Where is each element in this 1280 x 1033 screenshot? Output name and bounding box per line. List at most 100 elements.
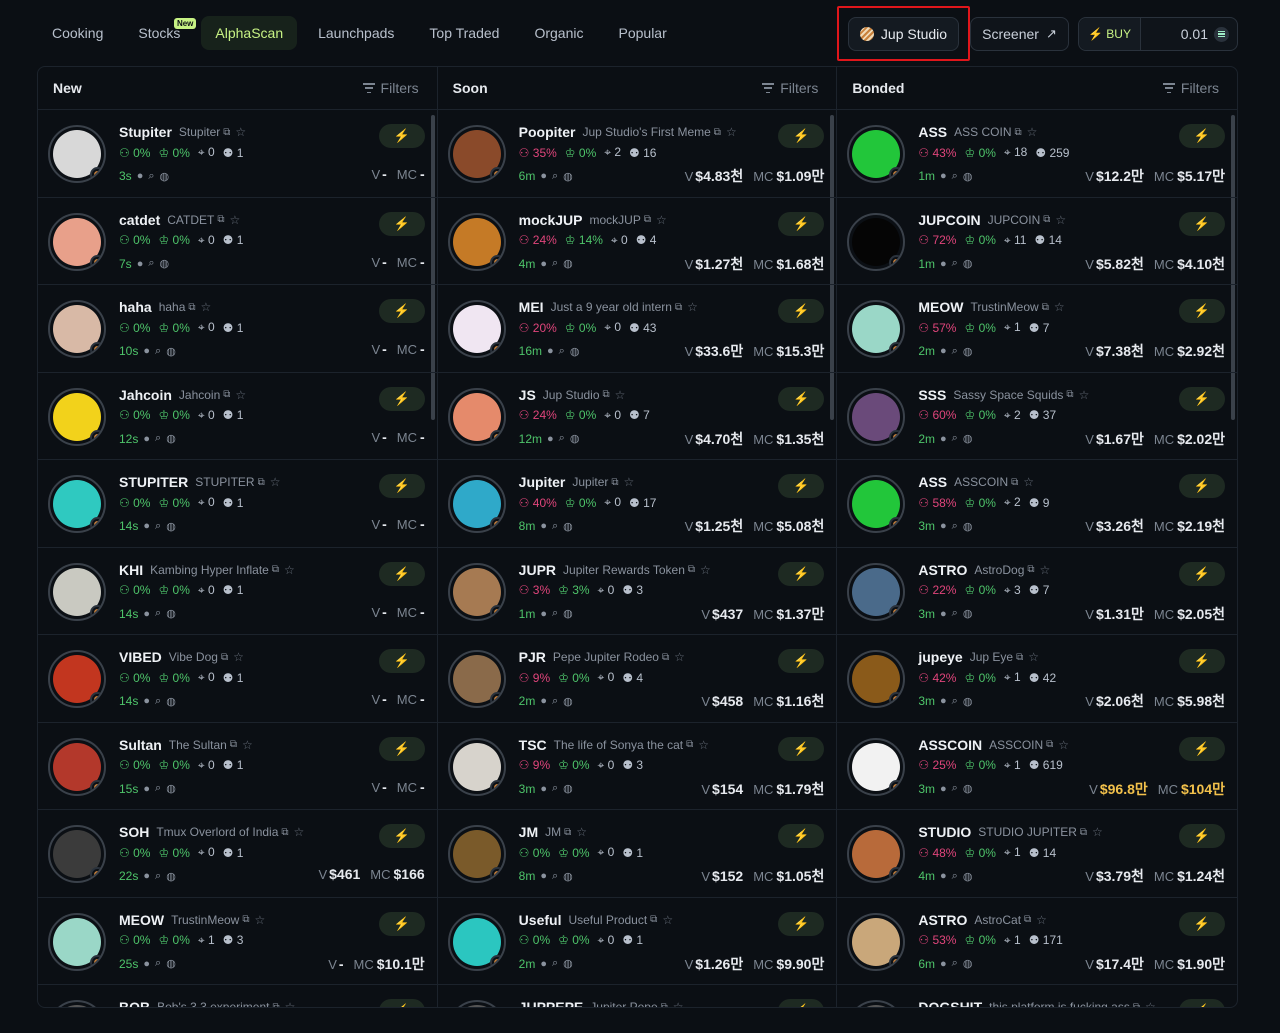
copy-icon[interactable]: ⧉ (564, 827, 571, 838)
website-icon[interactable]: ◍ (563, 170, 573, 183)
search-icon[interactable]: ⌕ (552, 695, 558, 708)
website-icon[interactable]: ◍ (166, 782, 176, 795)
quick-buy-button[interactable]: ⚡ (1179, 911, 1226, 936)
website-icon[interactable]: ◍ (563, 870, 573, 883)
tab-cooking[interactable]: Cooking (38, 16, 117, 50)
token-row[interactable]: DOGSHIT this platform is fucking ass⧉ ☆ ⚡ (837, 985, 1237, 1008)
copy-icon[interactable]: ⧉ (688, 564, 695, 575)
search-icon[interactable]: ⌕ (952, 870, 958, 883)
website-icon[interactable]: ◍ (166, 520, 176, 533)
buy-amount-input[interactable]: 0.01 (1141, 26, 1214, 42)
search-icon[interactable]: ⌕ (148, 257, 154, 270)
quick-buy-button[interactable]: ⚡ (778, 474, 825, 498)
website-icon[interactable]: ◍ (963, 782, 973, 795)
token-row[interactable]: JUPCOIN JUPCOIN ⧉ ☆ ⚇ 72% ♔ 0% ⌖ 11 ⚉ 14 1m ● ⌕ ◍ V $… (837, 198, 1237, 285)
star-icon[interactable]: ☆ (233, 650, 244, 664)
search-icon[interactable]: ⌕ (952, 782, 958, 795)
copy-icon[interactable]: ⧉ (1046, 739, 1053, 750)
copy-icon[interactable]: ⧉ (272, 1002, 279, 1008)
quick-buy-button[interactable]: ⚡ (778, 999, 825, 1007)
star-icon[interactable]: ☆ (1028, 650, 1039, 664)
quick-buy-button[interactable]: ⚡ (1179, 824, 1226, 848)
token-avatar[interactable] (447, 912, 506, 971)
token-row[interactable]: ASS ASS COIN ⧉ ☆ ⚇ 43% ♔ 0% ⌖ 18 ⚉ 259 1m ● ⌕ ◍ V $12… (837, 110, 1237, 198)
quick-buy-button[interactable]: ⚡ (778, 824, 825, 848)
search-icon[interactable]: ⌕ (552, 607, 558, 620)
copy-icon[interactable]: ⧉ (188, 302, 195, 313)
quick-buy-button[interactable]: ⚡ (1179, 561, 1226, 586)
token-avatar[interactable] (447, 300, 506, 358)
copy-icon[interactable]: ⧉ (223, 389, 230, 400)
search-icon[interactable]: ⌕ (552, 957, 558, 970)
star-icon[interactable]: ☆ (624, 475, 635, 489)
star-icon[interactable]: ☆ (284, 563, 295, 577)
quick-buy-button[interactable]: ⚡ (778, 211, 825, 236)
quick-buy-button[interactable]: ⚡ (1179, 474, 1226, 498)
website-icon[interactable]: ◍ (160, 257, 170, 270)
star-icon[interactable]: ☆ (656, 213, 667, 227)
tab-launchpads[interactable]: Launchpads (304, 16, 408, 50)
copy-icon[interactable]: ⧉ (1133, 1002, 1140, 1008)
star-icon[interactable]: ☆ (726, 125, 737, 139)
search-icon[interactable]: ⌕ (155, 607, 161, 620)
search-icon[interactable]: ⌕ (952, 170, 958, 183)
search-icon[interactable]: ⌕ (952, 957, 958, 970)
token-avatar[interactable] (847, 475, 906, 533)
star-icon[interactable]: ☆ (662, 913, 673, 927)
website-icon[interactable]: ◍ (963, 520, 973, 533)
website-icon[interactable]: ◍ (963, 170, 973, 183)
copy-icon[interactable]: ⧉ (221, 652, 228, 663)
copy-icon[interactable]: ⧉ (644, 214, 651, 225)
quick-buy-button[interactable]: ⚡ (378, 386, 425, 411)
token-avatar[interactable] (447, 212, 506, 271)
quick-buy-button[interactable]: ⚡ (378, 299, 425, 323)
copy-icon[interactable]: ⧉ (242, 914, 249, 925)
token-row[interactable]: ASS ASSCOIN ⧉ ☆ ⚇ 58% ♔ 0% ⌖ 2 ⚉ 9 3m ● ⌕ ◍ V $3.26천 M… (837, 460, 1237, 548)
quick-buy-button[interactable]: ⚡ (1179, 386, 1226, 411)
website-icon[interactable]: ◍ (563, 782, 573, 795)
star-icon[interactable]: ☆ (700, 563, 711, 577)
copy-icon[interactable]: ⧉ (650, 914, 657, 925)
quick-buy-button[interactable]: ⚡ (378, 561, 425, 586)
token-row[interactable]: SSS Sassy Space Squids ⧉ ☆ ⚇ 60% ♔ 0% ⌖ 2 ⚉ 37 2… (837, 373, 1237, 460)
token-avatar[interactable] (48, 825, 106, 883)
token-row[interactable]: PJR Pepe Jupiter Rodeo ⧉ ☆ ⚇ 9% ♔ 0% ⌖ 0 ⚉ 4 2m ●… (437, 635, 837, 723)
website-icon[interactable]: ◍ (160, 170, 170, 183)
quick-buy-button[interactable]: ⚡ (1179, 999, 1226, 1007)
star-icon[interactable]: ☆ (285, 1000, 296, 1007)
star-icon[interactable]: ☆ (242, 738, 253, 752)
website-icon[interactable]: ◍ (166, 345, 176, 358)
token-avatar[interactable] (847, 212, 906, 271)
search-icon[interactable]: ⌕ (559, 345, 565, 358)
search-icon[interactable]: ⌕ (952, 520, 958, 533)
token-row[interactable]: STUDIO STUDIO JUPITER ⧉ ☆ ⚇ 48% ♔ 0% ⌖ 1 ⚉ 14 4m… (837, 810, 1237, 898)
token-avatar[interactable] (847, 737, 906, 796)
website-icon[interactable]: ◍ (963, 695, 973, 708)
star-icon[interactable]: ☆ (1054, 300, 1065, 314)
token-row[interactable]: ASTRO AstroCat ⧉ ☆ ⚇ 53% ♔ 0% ⌖ 1 ⚉ 171 6m ● ⌕ ◍ V $1… (837, 898, 1237, 985)
token-avatar[interactable] (48, 562, 106, 621)
search-icon[interactable]: ⌕ (155, 870, 161, 883)
search-icon[interactable]: ⌕ (952, 257, 958, 270)
search-icon[interactable]: ⌕ (552, 520, 558, 533)
star-icon[interactable]: ☆ (698, 738, 709, 752)
token-row[interactable]: catdet CATDET ⧉ ☆ ⚇ 0% ♔ 0% ⌖ 0 ⚉ 1 7s ● ⌕ ◍ V - MC - ⚡ (38, 198, 437, 285)
copy-icon[interactable]: ⧉ (1043, 214, 1050, 225)
star-icon[interactable]: ☆ (687, 300, 698, 314)
token-avatar[interactable] (48, 387, 106, 446)
copy-icon[interactable]: ⧉ (1080, 827, 1087, 838)
quick-buy-button[interactable]: ⚡ (378, 649, 425, 673)
quick-buy-button[interactable]: ⚡ (778, 386, 825, 411)
website-icon[interactable]: ◍ (166, 607, 176, 620)
quick-buy-button[interactable]: ⚡ (778, 649, 825, 673)
search-icon[interactable]: ⌕ (155, 520, 161, 533)
copy-icon[interactable]: ⧉ (272, 564, 279, 575)
token-avatar[interactable] (48, 212, 106, 271)
token-avatar[interactable] (847, 825, 906, 883)
copy-icon[interactable]: ⧉ (217, 214, 224, 225)
quick-buy-button[interactable]: ⚡ (1179, 124, 1226, 148)
token-row[interactable]: VIBED Vibe Dog ⧉ ☆ ⚇ 0% ♔ 0% ⌖ 0 ⚉ 1 14s ● ⌕ ◍ V - MC -… (38, 635, 437, 723)
website-icon[interactable]: ◍ (963, 957, 973, 970)
token-row[interactable]: TSC The life of Sonya the cat ⧉ ☆ ⚇ 9% ♔ 0% ⌖ … (437, 723, 837, 810)
star-icon[interactable]: ☆ (673, 1000, 684, 1007)
